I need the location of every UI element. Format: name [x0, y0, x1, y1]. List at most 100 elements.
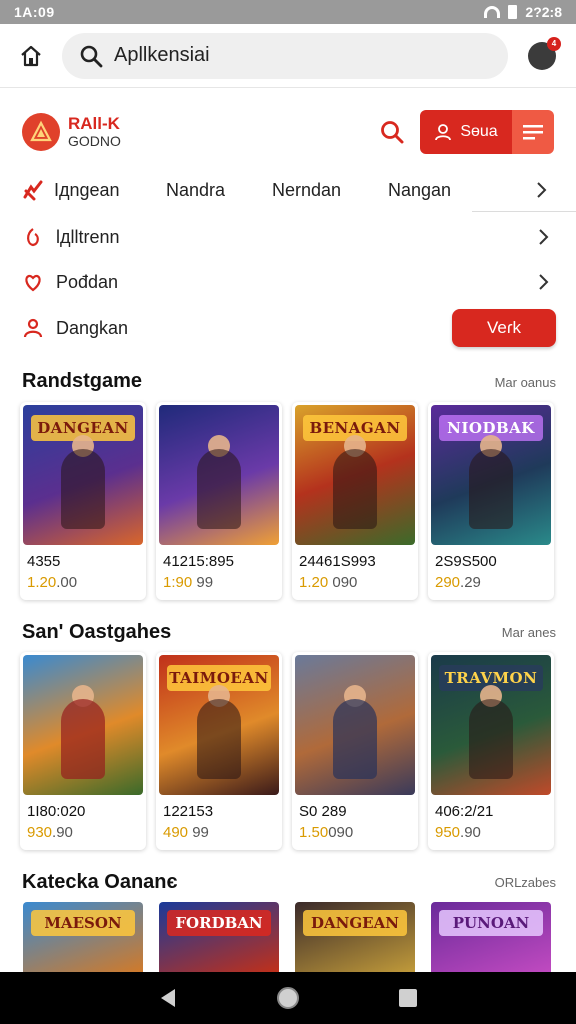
section-title: Katecka Oananє — [22, 871, 178, 893]
game-stat: S0 289 — [299, 803, 347, 820]
card-row: 1I80:020 930.90 TAIMOEAN 122153 490 99 S… — [20, 652, 554, 850]
price-highlight: 1.20 — [299, 574, 329, 591]
divider — [472, 211, 576, 212]
chevron-right-icon[interactable] — [536, 181, 548, 199]
tab-0[interactable]: Iдngean — [22, 179, 166, 201]
hero-figure — [61, 449, 105, 529]
game-stat: 1I80:020 — [27, 803, 86, 820]
heart-icon — [25, 274, 41, 292]
game-price: 490 99 — [163, 824, 279, 841]
price-rest: 99 — [192, 574, 214, 591]
hero-figure — [469, 699, 513, 779]
game-thumbnail: TRAVMON — [431, 655, 551, 795]
chevron-right-icon — [539, 229, 549, 245]
person-icon — [23, 318, 43, 338]
game-price: 290.29 — [435, 574, 551, 591]
tab-label: Nandra — [166, 179, 226, 200]
home-icon — [21, 45, 41, 66]
user-icon — [435, 124, 452, 141]
brand-name: RAll-K GODNO — [68, 113, 121, 149]
game-thumbnail[interactable]: PUNOAN — [431, 902, 551, 972]
price-highlight: 1.20 — [27, 574, 57, 591]
status-indicators: 2?2:8 — [484, 4, 562, 20]
menu-item-label: Dangkan — [56, 317, 129, 338]
login-group: Sөuа — [420, 110, 554, 154]
tag-icon — [27, 228, 39, 247]
game-card[interactable]: TRAVMON 406:2/21 950.90 — [428, 652, 554, 850]
game-price: 1.20.00 — [27, 574, 143, 591]
menu-icon — [523, 125, 543, 140]
recents-icon[interactable] — [398, 988, 418, 1008]
home-circle-icon[interactable] — [275, 985, 301, 1011]
game-stat: 24461S993 — [299, 553, 376, 570]
game-thumbnail[interactable]: MAESON — [23, 902, 143, 972]
wifi-icon — [484, 6, 501, 18]
game-thumbnail[interactable]: DANGEAN — [295, 902, 415, 972]
logo-icon[interactable] — [22, 113, 60, 151]
game-card[interactable]: 1I80:020 930.90 — [20, 652, 146, 850]
hero-figure — [61, 699, 105, 779]
browser-toolbar: 4 — [0, 24, 576, 88]
chevron-right-icon — [539, 274, 549, 290]
game-card[interactable]: 41215:895 1:90 99 — [156, 402, 282, 600]
game-price: 1.50090 — [299, 824, 415, 841]
status-bar: 1А:09 2?2:8 — [0, 0, 576, 24]
price-rest: 99 — [188, 824, 209, 841]
section-title: San' Oastgahes — [22, 621, 172, 643]
game-card[interactable]: DANGEAN 4355 1.20.00 — [20, 402, 146, 600]
game-card[interactable]: BENAGAN 24461S993 1.20 090 — [292, 402, 418, 600]
tab-2[interactable]: Nerndan — [272, 180, 388, 201]
price-highlight: 1:90 — [163, 574, 193, 591]
game-card[interactable]: S0 289 1.50090 — [292, 652, 418, 850]
price-rest: 090 — [328, 824, 354, 841]
game-card[interactable]: NIODBAK 2S9S500 290.29 — [428, 402, 554, 600]
game-price: 1.20 090 — [299, 574, 415, 591]
game-thumbnail: TAIMOEAN — [159, 655, 279, 795]
flame-icon — [23, 180, 43, 201]
price-highlight: 290 — [435, 574, 461, 591]
game-title-art: FORDBAN — [167, 910, 271, 936]
game-stat: 406:2/21 — [435, 803, 494, 820]
price-highlight: 950 — [435, 824, 461, 841]
tab-label: Nangan — [388, 179, 452, 200]
section-more-link[interactable]: ORLzabes — [495, 875, 556, 890]
verify-button[interactable]: Veɾk — [452, 309, 556, 347]
menu-item-0[interactable]: lдlltrenn — [22, 217, 556, 257]
game-card[interactable]: TAIMOEAN 122153 490 99 — [156, 652, 282, 850]
game-title-art: PUNOAN — [439, 910, 543, 936]
price-highlight: 930 — [27, 824, 53, 841]
menu-button[interactable] — [512, 110, 554, 154]
section-more-link[interactable]: Mar anes — [502, 625, 556, 640]
hero-figure — [333, 449, 377, 529]
url-search-bar[interactable] — [62, 32, 508, 79]
game-stat: 2S9S500 — [435, 553, 497, 570]
game-thumbnail[interactable]: FORDBAN — [159, 902, 279, 972]
home-button[interactable] — [0, 24, 62, 88]
system-nav-bar — [0, 972, 576, 1024]
menu-item-1[interactable]: Pođdan — [22, 262, 556, 302]
brand-line-1: RAll-K — [68, 113, 120, 133]
section-more-link[interactable]: Mar oanus — [495, 375, 556, 390]
search-icon — [80, 45, 103, 67]
price-rest: .29 — [460, 574, 481, 591]
status-clock-right: 2?2:8 — [525, 4, 562, 20]
login-label: Sөuа — [460, 123, 498, 140]
card-row: DANGEAN 4355 1.20.00 41215:895 1:90 99 B… — [20, 402, 554, 600]
header-search-icon[interactable] — [378, 118, 406, 146]
tab-label: Iдngean — [54, 179, 120, 200]
login-button[interactable]: Sөuа — [420, 110, 512, 154]
back-icon[interactable] — [158, 987, 178, 1009]
game-price: 950.90 — [435, 824, 551, 841]
game-thumbnail — [295, 655, 415, 795]
search-input[interactable] — [114, 44, 474, 67]
hero-figure — [469, 449, 513, 529]
game-price: 930.90 — [27, 824, 143, 841]
avatar[interactable]: 4 — [528, 36, 561, 70]
app-header: RAll-K GODNO Sөuа — [0, 100, 576, 164]
tab-3[interactable]: Nangan — [388, 180, 508, 201]
game-title-art: DANGEAN — [303, 910, 407, 936]
category-tabs: Iдngean Nandra Nerndan Nangan — [0, 168, 576, 212]
tab-1[interactable]: Nandra — [166, 180, 272, 201]
game-stat: 4355 — [27, 553, 61, 570]
game-thumbnail: DANGEAN — [23, 405, 143, 545]
